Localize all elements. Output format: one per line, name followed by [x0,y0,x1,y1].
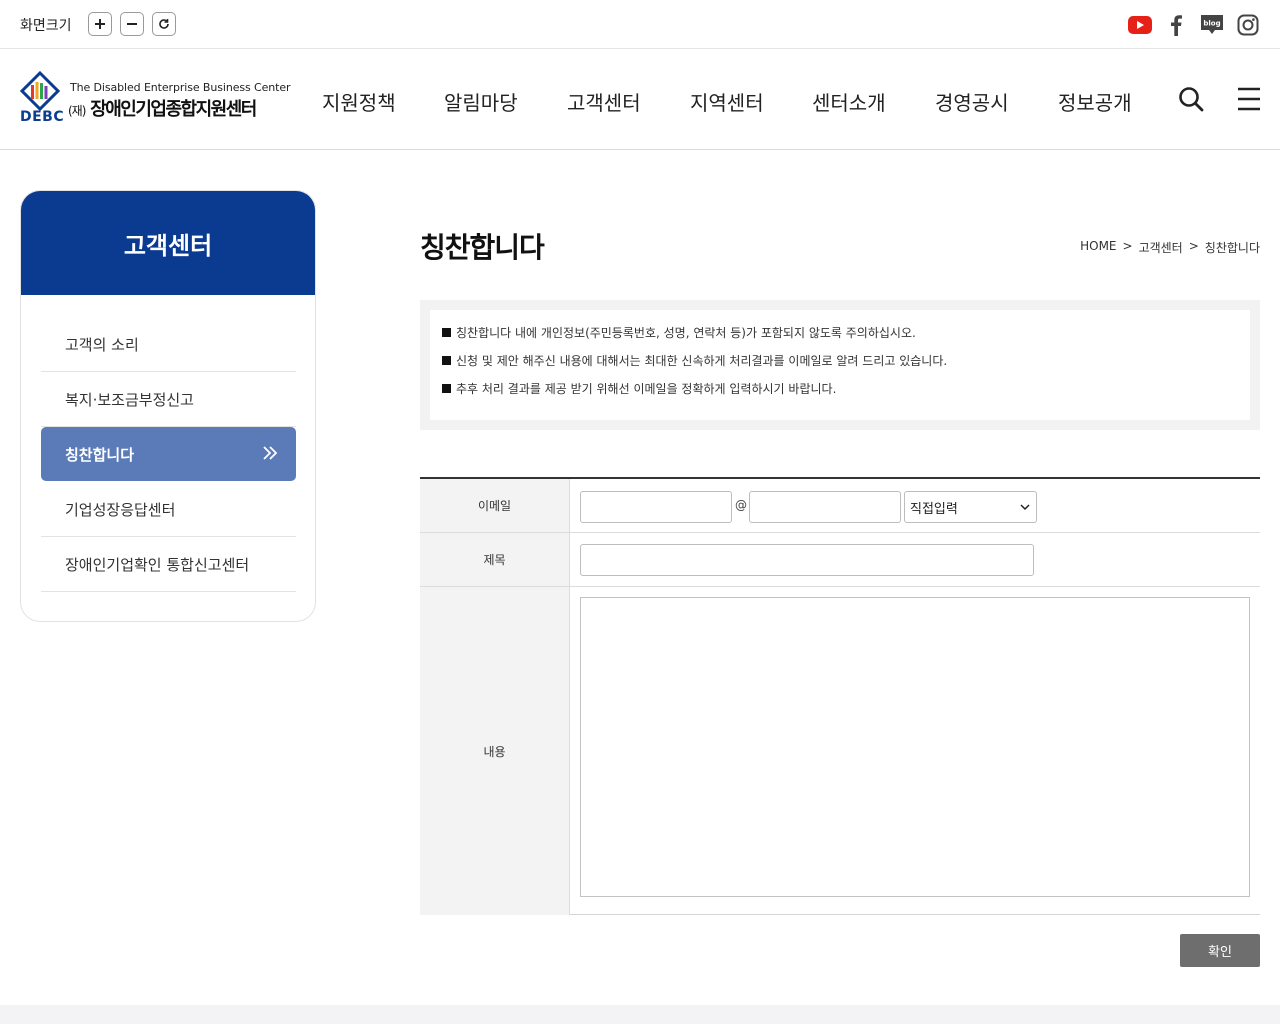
email-domain-select-value: 직접입력 [910,501,958,517]
logo-english-name: The Disabled Enterprise Business Center [70,81,291,94]
breadcrumb-current: 칭찬합니다 [1204,241,1260,255]
zoom-label: 화면크기 [20,18,72,34]
gnb-information-disclosure[interactable]: 정보공개 [1058,87,1132,116]
utility-bar: 화면크기 blog [0,0,1280,49]
email-row: 이메일 @ 직접입력 [420,479,1260,533]
breadcrumb-customer-center[interactable]: 고객센터 [1139,239,1183,256]
sidebar-item-fraud-report[interactable]: 복지·보조금부정신고 [41,372,296,427]
chevron-down-icon [1020,504,1030,511]
search-icon[interactable] [1177,85,1205,113]
bullet-square-icon [442,327,451,337]
site-header: The Disabled Enterprise Business Center … [0,49,1280,150]
breadcrumb-separator: > [1188,239,1199,253]
content-row: 내용 [420,587,1260,915]
plus-icon [95,19,105,29]
gnb-regional-center[interactable]: 지역센터 [690,87,764,116]
sidebar-item-growth-response[interactable]: 기업성장응답센터 [41,482,296,537]
blog-link[interactable]: blog [1199,12,1225,38]
content-label: 내용 [420,587,570,915]
gnb-customer-center[interactable]: 고객센터 [567,87,641,116]
sidebar-item-label: 장애인기업확인 통합신고센터 [65,555,250,574]
email-label: 이메일 [420,479,570,532]
content-textarea[interactable] [580,597,1250,897]
youtube-link[interactable] [1127,12,1153,38]
notice-box: 칭찬합니다 내에 개인정보(주민등록번호, 성명, 연락처 등)가 포함되지 않… [420,300,1260,430]
sidebar-item-label: 고객의 소리 [65,335,139,354]
sidebar-item-compliments[interactable]: 칭찬합니다 [41,427,296,481]
minus-icon [127,23,137,25]
double-chevron-right-icon [263,446,278,460]
zoom-reset-button[interactable] [152,12,176,36]
email-id-input[interactable] [580,491,732,523]
breadcrumb-home[interactable]: HOME [1080,239,1116,256]
subject-row: 제목 [420,533,1260,587]
instagram-icon [1237,14,1259,36]
at-symbol: @ [735,498,747,512]
gnb-about[interactable]: 센터소개 [812,87,886,116]
notice-item: 칭찬합니다 내에 개인정보(주민등록번호, 성명, 연락처 등)가 포함되지 않… [442,318,1238,346]
breadcrumb-separator: > [1122,239,1133,253]
submit-button[interactable]: 확인 [1180,934,1260,967]
email-domain-input[interactable] [749,491,901,523]
gnb-notice[interactable]: 알림마당 [444,87,518,116]
compliment-form: 이메일 @ 직접입력 제목 내용 [420,477,1260,915]
sidebar-title: 고객센터 [21,191,315,295]
logo-abbr: DEBC [20,109,65,125]
youtube-icon [1128,16,1152,34]
site-logo[interactable]: The Disabled Enterprise Business Center … [18,71,291,127]
debc-emblem-icon [20,71,60,111]
notice-item: 추후 처리 결과를 제공 받기 위해선 이메일을 정확하게 입력하시기 바랍니다… [442,374,1238,402]
zoom-out-button[interactable] [120,12,144,36]
subject-input[interactable] [580,544,1034,576]
sidebar-menu: 고객의 소리 복지·보조금부정신고 칭찬합니다 기업성장응답센터 장애인기업확인… [41,317,296,592]
side-navigation: 고객센터 고객의 소리 복지·보조금부정신고 칭찬합니다 기업성장응답센터 장애… [20,190,316,622]
blog-icon: blog [1201,15,1223,34]
logo-korean-name: (재) 장애인기업종합지원센터 [68,99,257,120]
svg-text:blog: blog [1203,20,1220,28]
menu-icon[interactable] [1236,85,1264,113]
sidebar-item-label: 복지·보조금부정신고 [65,390,194,409]
sidebar-item-confirmation-report[interactable]: 장애인기업확인 통합신고센터 [41,537,296,592]
sidebar-item-label: 칭찬합니다 [65,445,135,464]
gnb-support-policy[interactable]: 지원정책 [322,87,396,116]
breadcrumb: HOME > 고객센터 > 칭찬합니다 [1080,239,1260,256]
facebook-link[interactable] [1163,12,1189,38]
facebook-icon [1171,15,1182,36]
email-domain-select[interactable]: 직접입력 [904,491,1037,523]
zoom-in-button[interactable] [88,12,112,36]
footer [0,1005,1280,1024]
instagram-link[interactable] [1235,12,1261,38]
sidebar-item-customer-voice[interactable]: 고객의 소리 [41,317,296,372]
notice-item: 신청 및 제안 해주신 내용에 대해서는 최대한 신속하게 처리결과를 이메일로… [442,346,1238,374]
gnb-management-disclosure[interactable]: 경영공시 [935,87,1009,116]
sidebar-item-label: 기업성장응답센터 [65,500,176,519]
subject-label: 제목 [420,533,570,586]
refresh-icon [159,19,169,29]
bullet-square-icon [442,355,451,365]
page-title: 칭찬합니다 [420,231,545,264]
bullet-square-icon [442,383,451,393]
